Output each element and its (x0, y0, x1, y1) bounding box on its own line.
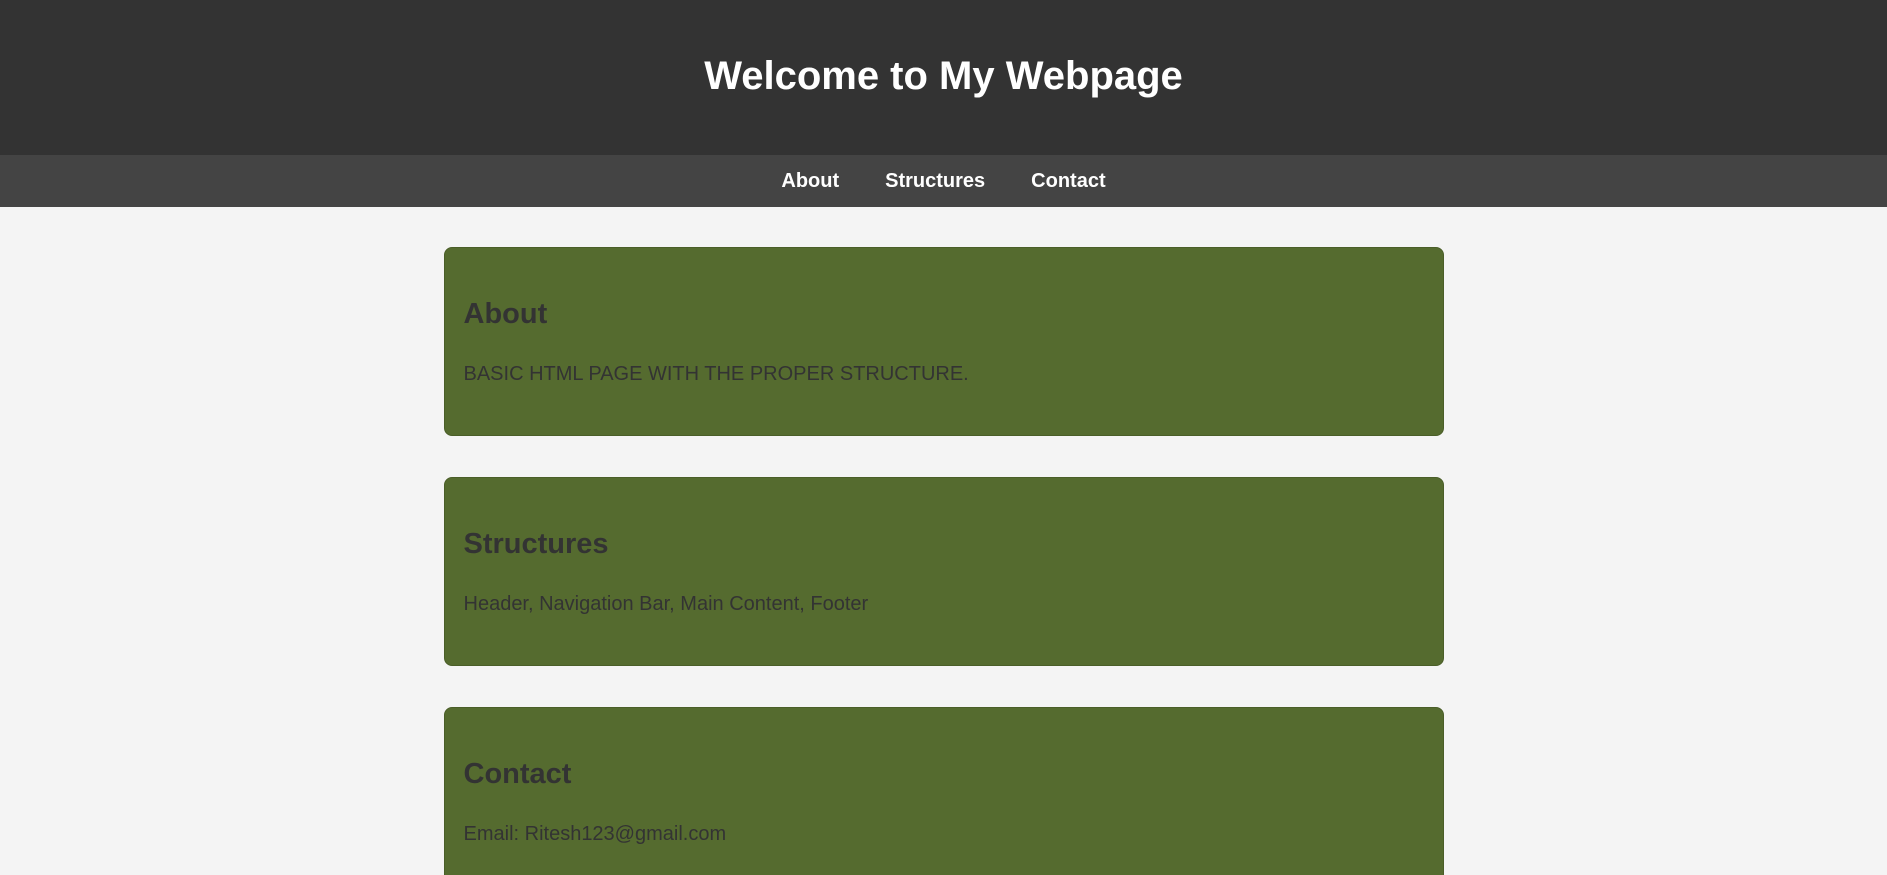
nav-link-about[interactable]: About (781, 170, 839, 193)
structures-section: Structures Header, Navigation Bar, Main … (443, 477, 1444, 666)
about-heading: About (463, 298, 548, 330)
navigation-bar: About Structures Contact (0, 155, 1887, 207)
contact-heading: Contact (463, 758, 572, 790)
page-title: Welcome to My Webpage (704, 54, 1183, 98)
nav-link-structures[interactable]: Structures (885, 170, 985, 193)
about-section: About BASIC HTML PAGE WITH THE PROPER ST… (443, 247, 1444, 436)
structures-text: Header, Navigation Bar, Main Content, Fo… (463, 593, 869, 615)
site-header: Welcome to My Webpage (0, 0, 1887, 155)
contact-email-text: Email: Ritesh123@gmail.com (463, 823, 727, 845)
about-text: BASIC HTML PAGE WITH THE PROPER STRUCTUR… (463, 363, 969, 385)
contact-section: Contact Email: Ritesh123@gmail.com (443, 707, 1444, 875)
nav-link-contact[interactable]: Contact (1031, 170, 1105, 193)
structures-heading: Structures (463, 528, 609, 560)
main-content: About BASIC HTML PAGE WITH THE PROPER ST… (443, 247, 1444, 875)
